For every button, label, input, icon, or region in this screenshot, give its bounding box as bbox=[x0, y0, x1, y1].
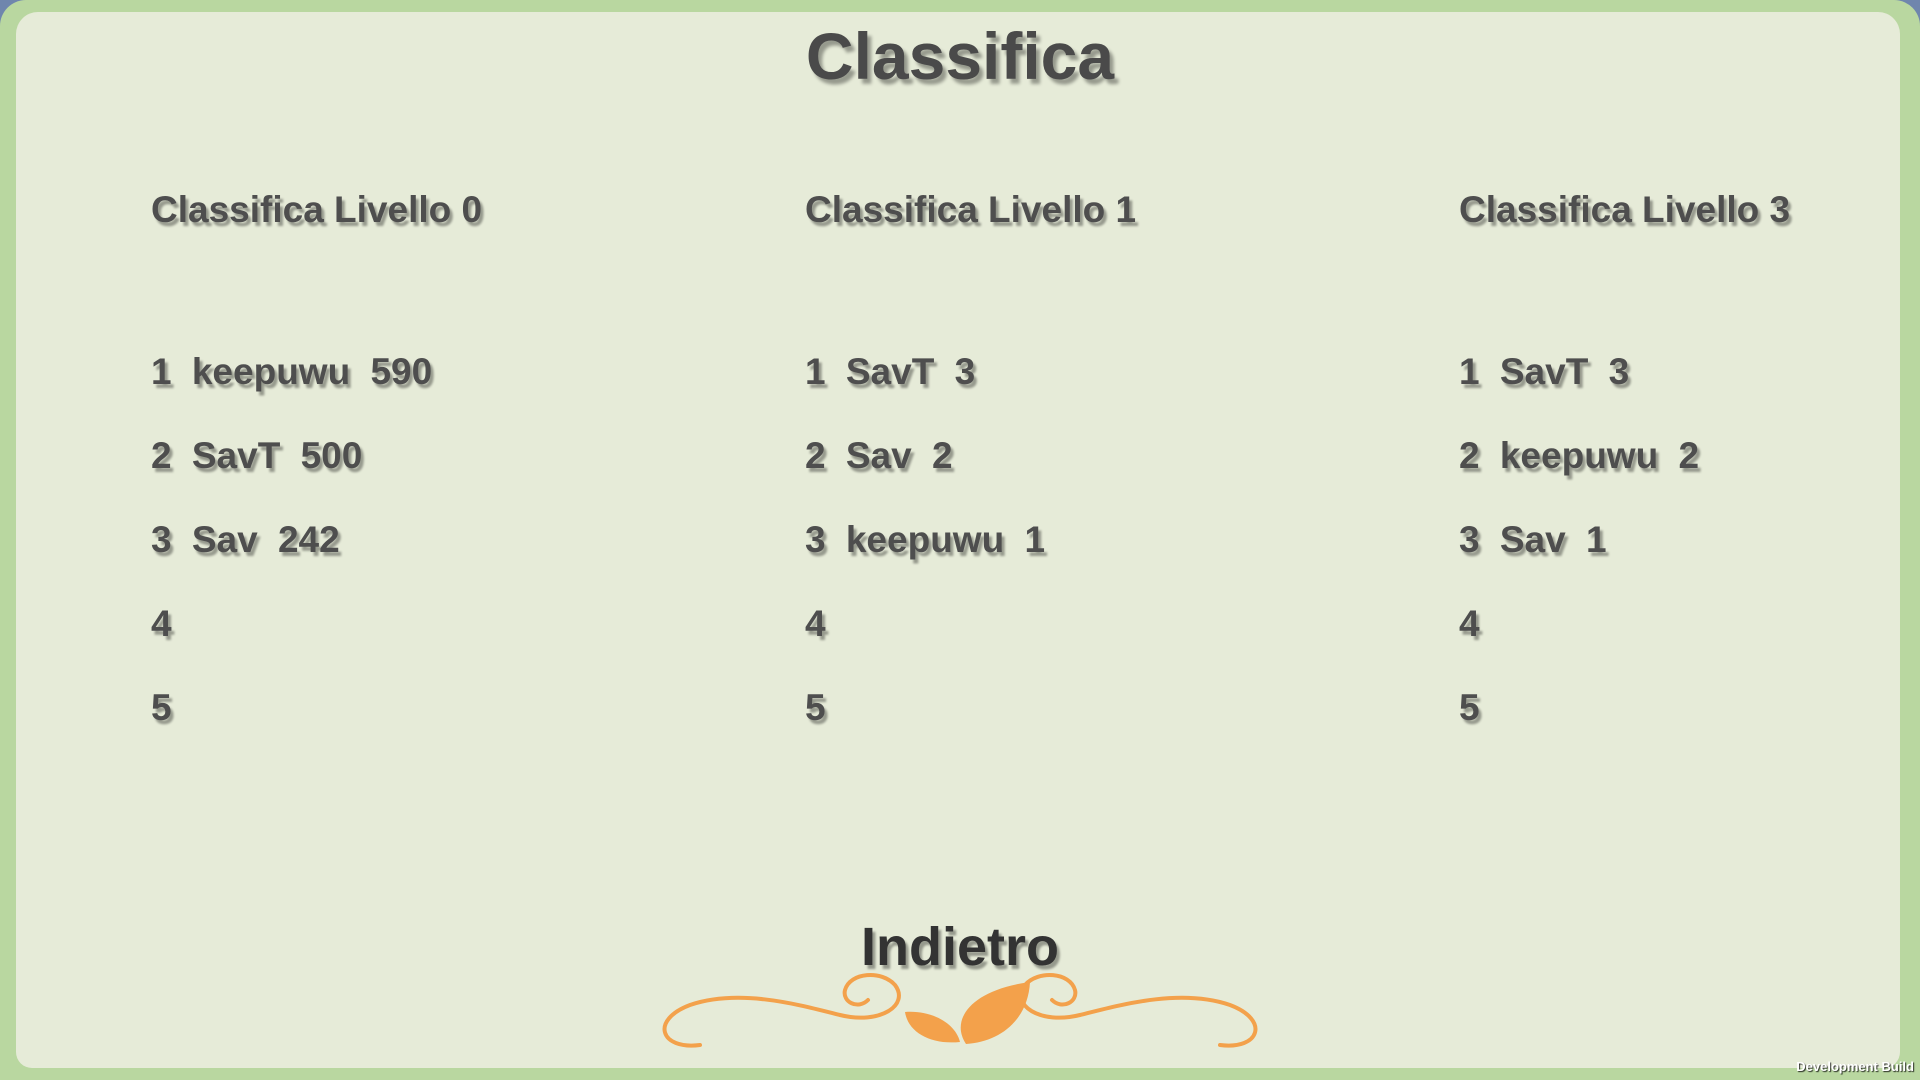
entry-rank: 3 bbox=[805, 519, 826, 560]
entry-rank: 4 bbox=[805, 603, 826, 644]
entry-score: 242 bbox=[277, 519, 340, 560]
leaderboard-entry: 2 keepuwu 2 bbox=[1459, 432, 1699, 516]
leaderboard-entry: 1 SavT 3 bbox=[1459, 348, 1699, 432]
entry-name: Sav bbox=[845, 435, 912, 476]
entry-rank: 1 bbox=[1459, 351, 1480, 392]
entry-name: Sav bbox=[1499, 519, 1566, 560]
leaderboard-entry: 4 bbox=[151, 600, 432, 684]
entry-rank: 5 bbox=[1459, 687, 1480, 728]
page-title: Classifica bbox=[805, 19, 1115, 93]
entry-rank: 4 bbox=[1459, 603, 1480, 644]
leaderboard-level-0: Classifica Livello 0 1 keepuwu 590 2 Sav… bbox=[151, 186, 711, 728]
entry-score: 2 bbox=[1678, 435, 1700, 476]
entry-score: 1 bbox=[1024, 519, 1046, 560]
leaderboard-header: Classifica Livello 0 bbox=[151, 189, 483, 230]
entry-score: 3 bbox=[1608, 351, 1630, 392]
leaderboard-header: Classifica Livello 1 bbox=[805, 189, 1137, 230]
entry-rank: 2 bbox=[1459, 435, 1480, 476]
leaderboard-level-1: Classifica Livello 1 1 SavT 3 2 Sav 2 3 … bbox=[805, 186, 1365, 728]
entry-rank: 3 bbox=[151, 519, 172, 560]
leaderboard-entry: 4 bbox=[1459, 600, 1699, 684]
leaderboard-level-3: Classifica Livello 3 1 SavT 3 2 keepuwu … bbox=[1459, 186, 1920, 728]
entry-score: 590 bbox=[370, 351, 433, 392]
entry-rank: 5 bbox=[805, 687, 826, 728]
leaderboard-entry: 5 bbox=[1459, 684, 1699, 768]
leaderboard-entry: 3 keepuwu 1 bbox=[805, 516, 1045, 600]
leaderboard-entry: 3 Sav 1 bbox=[1459, 516, 1699, 600]
leaderboard-list: 1 SavT 3 2 Sav 2 3 keepuwu 1 4 5 bbox=[805, 348, 1045, 768]
entry-score: 500 bbox=[300, 435, 363, 476]
entry-name: keepuwu bbox=[191, 351, 351, 392]
entry-score: 3 bbox=[954, 351, 976, 392]
leaf-flourish-icon bbox=[662, 972, 1258, 1048]
leaderboard-entry: 1 keepuwu 590 bbox=[151, 348, 432, 432]
development-build-label: Development Build bbox=[1796, 1059, 1914, 1074]
entry-rank: 1 bbox=[151, 351, 172, 392]
leaderboard-entry: 1 SavT 3 bbox=[805, 348, 1045, 432]
entry-rank: 4 bbox=[151, 603, 172, 644]
entry-rank: 2 bbox=[805, 435, 826, 476]
leaderboard-list: 1 keepuwu 590 2 SavT 500 3 Sav 242 4 5 bbox=[151, 348, 432, 768]
entry-name: SavT bbox=[191, 435, 281, 476]
entry-rank: 3 bbox=[1459, 519, 1480, 560]
leaderboard-entry: 4 bbox=[805, 600, 1045, 684]
entry-score: 1 bbox=[1585, 519, 1607, 560]
leaderboard-entry: 3 Sav 242 bbox=[151, 516, 432, 600]
entry-name: keepuwu bbox=[1499, 435, 1659, 476]
entry-name: keepuwu bbox=[845, 519, 1005, 560]
leaderboard-list: 1 SavT 3 2 keepuwu 2 3 Sav 1 4 5 bbox=[1459, 348, 1699, 768]
leaderboard-entry: 2 SavT 500 bbox=[151, 432, 432, 516]
leaderboard-header: Classifica Livello 3 bbox=[1459, 189, 1791, 230]
entry-rank: 5 bbox=[151, 687, 172, 728]
entry-name: SavT bbox=[1499, 351, 1589, 392]
entry-name: SavT bbox=[845, 351, 935, 392]
leaderboard-entry: 5 bbox=[151, 684, 432, 768]
entry-rank: 1 bbox=[805, 351, 826, 392]
leaderboard-entry: 2 Sav 2 bbox=[805, 432, 1045, 516]
entry-name: Sav bbox=[191, 519, 258, 560]
leaderboard-entry: 5 bbox=[805, 684, 1045, 768]
entry-score: 2 bbox=[931, 435, 953, 476]
entry-rank: 2 bbox=[151, 435, 172, 476]
